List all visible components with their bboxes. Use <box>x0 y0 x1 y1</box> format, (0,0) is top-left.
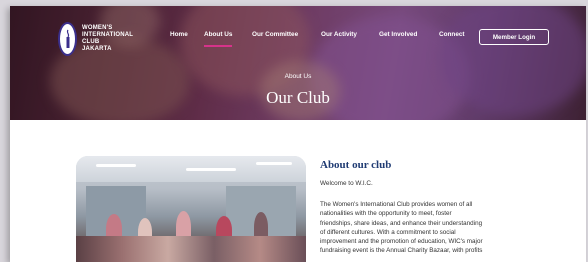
browser-page: WOMEN'S INTERNATIONAL CLUB JAKARTA Home … <box>10 6 586 262</box>
club-name-line: JAKARTA <box>82 46 112 52</box>
club-name: WOMEN'S INTERNATIONAL CLUB JAKARTA <box>82 25 133 53</box>
nav-our-activity[interactable]: Our Activity <box>321 31 357 38</box>
nav-connect[interactable]: Connect <box>439 31 465 38</box>
about-description: The Women's International Club provides … <box>320 200 535 256</box>
torch-emblem-icon <box>58 22 77 56</box>
club-name-line: INTERNATIONAL <box>82 32 134 38</box>
about-line: The Women's International Club provides … <box>320 201 473 208</box>
about-line: friendships, share ideas, and enhance th… <box>320 219 483 227</box>
club-meeting-photo <box>76 156 306 262</box>
about-heading: About our club <box>320 159 392 171</box>
club-name-line: WOMEN'S <box>82 25 113 31</box>
club-logo[interactable]: WOMEN'S INTERNATIONAL CLUB JAKARTA <box>58 22 133 56</box>
about-line: fundraising event is the Annual Charity … <box>320 247 483 255</box>
nav-about-us[interactable]: About Us <box>204 30 233 47</box>
about-line: of different cultures. With a commitment… <box>320 228 456 236</box>
nav-about-us-label: About Us <box>204 30 233 38</box>
hero-banner: WOMEN'S INTERNATIONAL CLUB JAKARTA Home … <box>10 6 586 120</box>
about-line: nationalities with the opportunity to me… <box>320 210 452 218</box>
breadcrumb: About Us <box>284 73 312 80</box>
club-name-line: CLUB <box>82 39 100 45</box>
about-line: improvement and the promotion of educati… <box>320 238 483 246</box>
active-nav-underline <box>204 44 233 47</box>
page-title: Our Club <box>266 88 330 107</box>
nav-our-committee[interactable]: Our Committee <box>252 31 298 38</box>
member-login-button[interactable]: Member Login <box>479 29 549 45</box>
nav-home[interactable]: Home <box>170 31 188 38</box>
nav-get-involved[interactable]: Get Involved <box>379 31 417 38</box>
welcome-text: Welcome to W.I.C. <box>320 180 373 187</box>
